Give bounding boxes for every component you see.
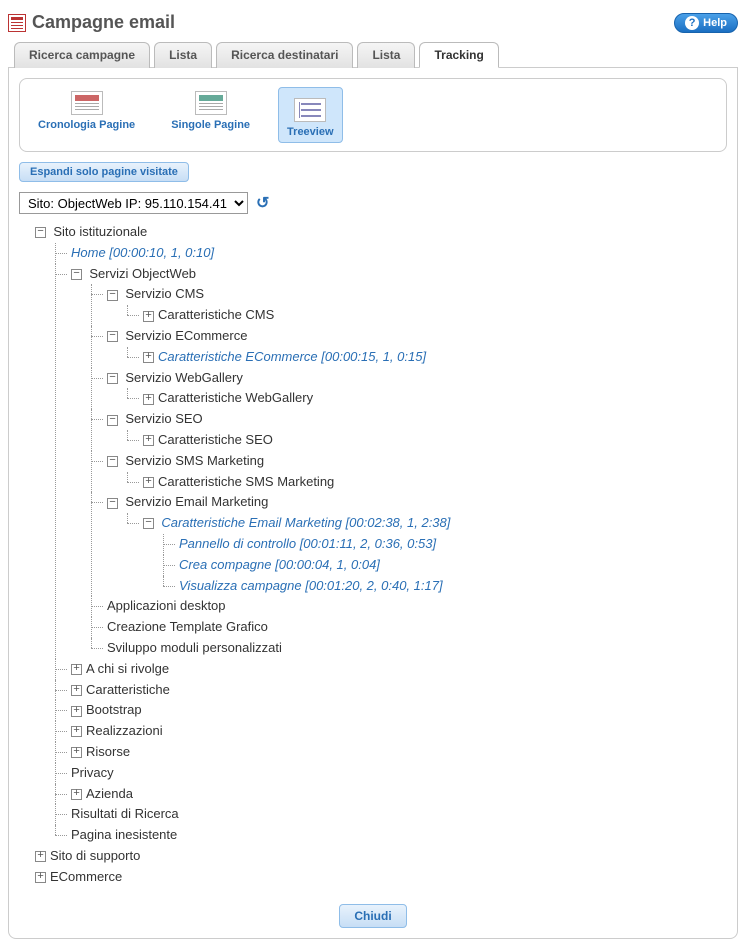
tree-node[interactable]: Pannello di controllo [00:01:11, 2, 0:36… <box>179 536 436 551</box>
tree-node[interactable]: Servizio SMS Marketing <box>125 453 264 468</box>
help-label: Help <box>703 17 727 29</box>
footer: Chiudi <box>19 904 727 928</box>
help-button[interactable]: ? Help <box>674 13 738 33</box>
expand-icon[interactable]: + <box>35 851 46 862</box>
expand-icon[interactable]: + <box>143 352 154 363</box>
collapse-icon[interactable]: − <box>107 498 118 509</box>
tree-view: − Sito istituzionale Home [00:00:10, 1, … <box>19 222 727 888</box>
collapse-icon[interactable]: − <box>143 518 154 529</box>
tree-node[interactable]: Servizio Email Marketing <box>125 494 268 509</box>
tree-node[interactable]: Servizio WebGallery <box>125 370 243 385</box>
tab-ricerca-campagne[interactable]: Ricerca campagne <box>14 42 150 68</box>
treeview-icon <box>294 98 326 122</box>
close-button[interactable]: Chiudi <box>339 904 406 928</box>
tree-node[interactable]: Servizi ObjectWeb <box>89 266 196 281</box>
pages-history-icon <box>71 91 103 115</box>
tree-node[interactable]: Caratteristiche SEO <box>158 432 273 447</box>
tree-node[interactable]: A chi si rivolge <box>86 661 169 676</box>
tree-node[interactable]: Crea compagne [00:00:04, 1, 0:04] <box>179 557 380 572</box>
view-toolbar: Cronologia Pagine Singole Pagine Treevie… <box>19 78 727 152</box>
expand-icon[interactable]: + <box>71 706 82 717</box>
refresh-icon[interactable]: ↺ <box>256 193 269 213</box>
tool-label: Singole Pagine <box>171 119 250 131</box>
help-icon: ? <box>685 16 699 30</box>
page-header: Campagne email ? Help <box>8 8 738 41</box>
tree-node[interactable]: Realizzazioni <box>86 723 163 738</box>
tool-treeview[interactable]: Treeview <box>278 87 342 143</box>
tool-label: Treeview <box>287 126 333 138</box>
tree-node[interactable]: Caratteristiche SMS Marketing <box>158 474 334 489</box>
collapse-icon[interactable]: − <box>107 331 118 342</box>
tab-tracking[interactable]: Tracking <box>419 42 498 68</box>
tree-node[interactable]: Risorse <box>86 744 130 759</box>
collapse-icon[interactable]: − <box>107 415 118 426</box>
expand-icon[interactable]: + <box>71 685 82 696</box>
expand-icon[interactable]: + <box>143 311 154 322</box>
tree-node[interactable]: Azienda <box>86 786 133 801</box>
tool-singole-pagine[interactable]: Singole Pagine <box>163 87 258 143</box>
tree-node[interactable]: Caratteristiche CMS <box>158 307 274 322</box>
expand-icon[interactable]: + <box>35 872 46 883</box>
tree-node[interactable]: Servizio ECommerce <box>125 328 247 343</box>
expand-icon[interactable]: + <box>71 726 82 737</box>
tree-node[interactable]: Servizio CMS <box>125 286 204 301</box>
tree-node[interactable]: Servizio SEO <box>125 411 202 426</box>
collapse-icon[interactable]: − <box>71 269 82 280</box>
main-panel: Cronologia Pagine Singole Pagine Treevie… <box>8 68 738 939</box>
page-title: Campagne email <box>32 12 175 33</box>
collapse-icon[interactable]: − <box>107 290 118 301</box>
tree-node[interactable]: Home [00:00:10, 1, 0:10] <box>71 245 214 260</box>
expand-icon[interactable]: + <box>143 394 154 405</box>
tree-node[interactable]: Pagina inesistente <box>71 827 177 842</box>
single-pages-icon <box>195 91 227 115</box>
header-left: Campagne email <box>8 12 175 33</box>
campaign-icon <box>8 14 26 32</box>
tab-bar: Ricerca campagne Lista Ricerca destinata… <box>8 41 738 68</box>
collapse-icon[interactable]: − <box>107 373 118 384</box>
expand-icon[interactable]: + <box>71 747 82 758</box>
tree-node[interactable]: Caratteristiche ECommerce [00:00:15, 1, … <box>158 349 426 364</box>
expand-icon[interactable]: + <box>71 664 82 675</box>
expand-icon[interactable]: + <box>143 477 154 488</box>
tree-node[interactable]: Creazione Template Grafico <box>107 619 268 634</box>
expand-icon[interactable]: + <box>143 435 154 446</box>
tab-ricerca-destinatari[interactable]: Ricerca destinatari <box>216 42 353 68</box>
site-row: Sito: ObjectWeb IP: 95.110.154.41 ↺ <box>19 192 727 214</box>
tab-lista-2[interactable]: Lista <box>357 42 415 68</box>
tree-node[interactable]: Caratteristiche Email Marketing [00:02:3… <box>161 515 450 530</box>
expand-icon[interactable]: + <box>71 789 82 800</box>
tree-node[interactable]: Sito di supporto <box>50 848 140 863</box>
controls-row: Espandi solo pagine visitate <box>19 162 727 182</box>
tree-node[interactable]: Privacy <box>71 765 114 780</box>
collapse-icon[interactable]: − <box>35 227 46 238</box>
tab-lista-1[interactable]: Lista <box>154 42 212 68</box>
collapse-icon[interactable]: − <box>107 456 118 467</box>
tree-node[interactable]: Applicazioni desktop <box>107 598 226 613</box>
site-ip-select[interactable]: Sito: ObjectWeb IP: 95.110.154.41 <box>19 192 248 214</box>
tree-node[interactable]: Caratteristiche <box>86 682 170 697</box>
tree-node[interactable]: Visualizza campagne [00:01:20, 2, 0:40, … <box>179 578 443 593</box>
tree-node[interactable]: Caratteristiche WebGallery <box>158 390 313 405</box>
tree-node[interactable]: Bootstrap <box>86 702 142 717</box>
tree-node[interactable]: Risultati di Ricerca <box>71 806 179 821</box>
tool-label: Cronologia Pagine <box>38 119 135 131</box>
expand-visited-button[interactable]: Espandi solo pagine visitate <box>19 162 189 182</box>
tree-node[interactable]: Sito istituzionale <box>53 224 147 239</box>
tree-node[interactable]: Sviluppo moduli personalizzati <box>107 640 282 655</box>
tree-node[interactable]: ECommerce <box>50 869 122 884</box>
tool-cronologia-pagine[interactable]: Cronologia Pagine <box>30 87 143 143</box>
